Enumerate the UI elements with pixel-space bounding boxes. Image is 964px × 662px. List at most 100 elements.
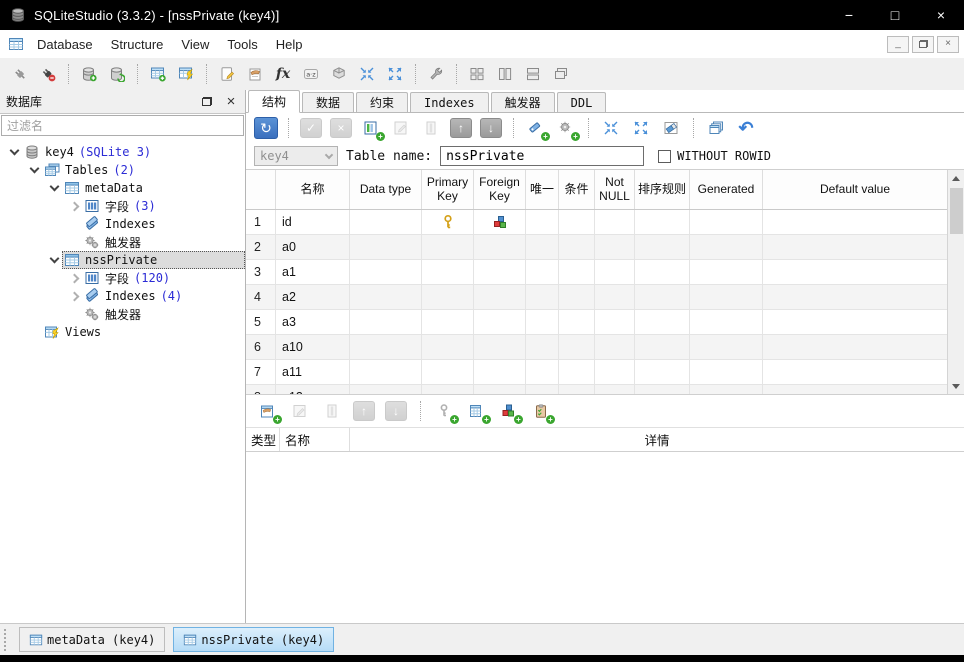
unique-cell[interactable] — [526, 310, 559, 334]
delete-column-button[interactable] — [417, 115, 445, 141]
generated-cell[interactable] — [690, 260, 763, 284]
check-cell[interactable] — [559, 310, 595, 334]
column-row-id[interactable]: 1 id — [246, 210, 947, 235]
column-row-a3[interactable]: 5 a3 — [246, 310, 947, 335]
check-cell[interactable] — [559, 260, 595, 284]
check-cell[interactable] — [559, 335, 595, 359]
add-unique-constraint-button[interactable]: + — [495, 398, 523, 424]
add-column-button[interactable]: + — [357, 115, 385, 141]
export-data-button[interactable] — [627, 115, 655, 141]
database-selector[interactable]: key4 — [254, 146, 338, 166]
menu-view[interactable]: View — [172, 32, 218, 57]
mdi-restore-button[interactable] — [912, 36, 934, 53]
configuration-button[interactable] — [422, 61, 450, 87]
foreign-key-cell[interactable] — [474, 285, 526, 309]
erase-data-button[interactable] — [657, 115, 685, 141]
import-button[interactable] — [353, 61, 381, 87]
foreign-key-cell[interactable] — [474, 360, 526, 384]
column-row-a2[interactable]: 4 a2 — [246, 285, 947, 310]
tree-item-nssprivate[interactable]: nssPrivate — [0, 251, 245, 269]
collate-cell[interactable] — [635, 360, 690, 384]
import-data-button[interactable] — [597, 115, 625, 141]
move-column-down-button[interactable]: ↓ — [477, 115, 505, 141]
column-name-cell[interactable]: a11 — [276, 360, 350, 384]
primary-key-cell[interactable] — [422, 360, 474, 384]
column-name-cell[interactable]: id — [276, 210, 350, 234]
add-check-constraint-button[interactable]: + — [527, 398, 555, 424]
unique-cell[interactable] — [526, 385, 559, 395]
tree-item-metadata[interactable]: metaData — [0, 179, 245, 197]
undo-button[interactable]: ↶ — [732, 115, 760, 141]
notnull-cell[interactable] — [595, 235, 635, 259]
task-button-metadata[interactable]: metaData (key4) — [19, 627, 165, 652]
scrollbar-thumb[interactable] — [950, 188, 963, 234]
chevron-right-icon[interactable] — [66, 270, 82, 286]
column-name-cell[interactable]: a3 — [276, 310, 350, 334]
check-cell[interactable] — [559, 235, 595, 259]
maximize-button[interactable]: □ — [872, 0, 918, 30]
check-cell[interactable] — [559, 285, 595, 309]
tree-filter-input[interactable] — [1, 115, 244, 136]
tree-item-metadata-triggers[interactable]: 触发器 — [0, 233, 245, 251]
datatype-cell[interactable] — [350, 235, 422, 259]
move-constraint-down-button[interactable]: ↓ — [382, 398, 410, 424]
unique-cell[interactable] — [526, 260, 559, 284]
generated-cell[interactable] — [690, 210, 763, 234]
export-button[interactable] — [381, 61, 409, 87]
column-row-a10[interactable]: 6 a10 — [246, 335, 947, 360]
chevron-right-icon[interactable] — [66, 198, 82, 214]
generated-cell[interactable] — [690, 335, 763, 359]
primary-key-cell[interactable] — [422, 235, 474, 259]
default-cell[interactable] — [763, 360, 947, 384]
panel-close-button[interactable]: × — [221, 93, 241, 111]
mdi-close-button[interactable]: × — [937, 36, 959, 53]
primary-key-cell[interactable] — [422, 310, 474, 334]
open-sql-editor-button[interactable] — [213, 61, 241, 87]
scroll-down-arrow[interactable] — [948, 378, 964, 394]
column-name-cell[interactable]: a0 — [276, 235, 350, 259]
collate-cell[interactable] — [635, 235, 690, 259]
datatype-cell[interactable] — [350, 310, 422, 334]
foreign-key-cell[interactable] — [474, 385, 526, 395]
check-cell[interactable] — [559, 210, 595, 234]
add-primary-key-button[interactable]: + — [431, 398, 459, 424]
datatype-cell[interactable] — [350, 260, 422, 284]
column-name-cell[interactable]: a2 — [276, 285, 350, 309]
create-index-button[interactable]: + — [522, 115, 550, 141]
collate-cell[interactable] — [635, 285, 690, 309]
default-cell[interactable] — [763, 260, 947, 284]
mdi-tile-windows-button[interactable] — [463, 61, 491, 87]
default-cell[interactable] — [763, 235, 947, 259]
open-table-window-button[interactable] — [241, 61, 269, 87]
selected-tree-row[interactable]: nssPrivate — [62, 251, 245, 269]
notnull-cell[interactable] — [595, 210, 635, 234]
unique-cell[interactable] — [526, 235, 559, 259]
scroll-up-arrow[interactable] — [948, 170, 964, 186]
mdi-tile-vertical-button[interactable] — [491, 61, 519, 87]
foreign-key-cell[interactable] — [474, 235, 526, 259]
primary-key-cell[interactable] — [422, 385, 474, 395]
tab-ddl[interactable]: DDL — [557, 92, 607, 112]
disconnect-button[interactable] — [34, 61, 62, 87]
notnull-cell[interactable] — [595, 260, 635, 284]
menu-structure[interactable]: Structure — [102, 32, 173, 57]
generated-cell[interactable] — [690, 310, 763, 334]
chevron-down-icon[interactable] — [26, 162, 42, 178]
menu-tools[interactable]: Tools — [218, 32, 266, 57]
rollback-structure-button[interactable]: × — [327, 115, 355, 141]
default-cell[interactable] — [763, 285, 947, 309]
add-table-constraint-button[interactable]: + — [254, 398, 282, 424]
collate-cell[interactable] — [635, 385, 690, 395]
notnull-cell[interactable] — [595, 360, 635, 384]
task-button-nssprivate[interactable]: nssPrivate (key4) — [173, 627, 334, 652]
tree-item-metadata-columns[interactable]: 字段 (3) — [0, 197, 245, 215]
datatype-cell[interactable] — [350, 360, 422, 384]
unique-cell[interactable] — [526, 335, 559, 359]
check-cell[interactable] — [559, 360, 595, 384]
generated-cell[interactable] — [690, 235, 763, 259]
tree-item-metadata-indexes[interactable]: Indexes — [0, 215, 245, 233]
edit-column-button[interactable] — [387, 115, 415, 141]
default-cell[interactable] — [763, 310, 947, 334]
refresh-database-button[interactable] — [103, 61, 131, 87]
tree-item-nssprivate-triggers[interactable]: 触发器 — [0, 305, 245, 323]
